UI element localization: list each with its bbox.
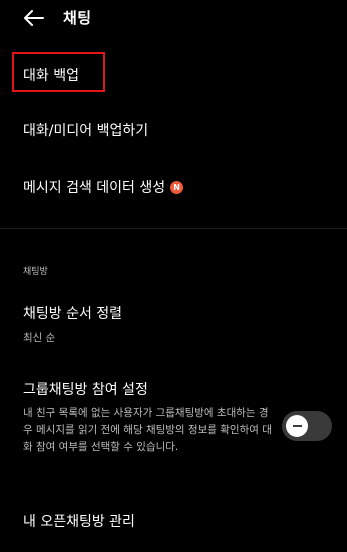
page-title: 채팅 <box>63 9 92 27</box>
arrow-left-icon <box>24 10 44 26</box>
search-data-text: 메시지 검색 데이터 생성 <box>23 180 166 196</box>
section-header-chatroom: 채팅방 <box>23 267 48 277</box>
toggle-knob <box>286 415 308 437</box>
chatroom-sort-item[interactable]: 채팅방 순서 정렬 최신 순 <box>0 293 347 349</box>
chat-backup-label: 대화 백업 <box>23 68 79 84</box>
app-header: 채팅 <box>0 0 347 36</box>
chatroom-sort-label: 채팅방 순서 정렬 <box>23 306 123 322</box>
chatroom-sort-value: 최신 순 <box>23 332 56 344</box>
new-badge: N <box>170 181 184 194</box>
group-invite-description: 내 친구 목록에 없는 사용자가 그룹채팅방에 초대하는 경우 메시지를 읽기 … <box>23 407 272 453</box>
chat-backup-item[interactable]: 대화 백업 <box>0 52 347 96</box>
search-data-label: 메시지 검색 데이터 생성 N <box>23 177 184 197</box>
group-invite-setting-item: 그룹채팅방 참여 설정 <box>0 370 347 405</box>
open-chat-manage-item[interactable]: 내 오픈채팅방 관리 <box>0 500 347 540</box>
toggle-off-icon <box>292 425 302 427</box>
open-chat-manage-label: 내 오픈채팅방 관리 <box>23 514 135 530</box>
search-data-item[interactable]: 메시지 검색 데이터 생성 N <box>0 165 347 205</box>
group-invite-label: 그룹채팅방 참여 설정 <box>23 382 148 398</box>
back-button[interactable] <box>22 6 46 30</box>
media-backup-item[interactable]: 대화/미디어 백업하기 <box>0 108 347 148</box>
section-divider <box>0 228 347 229</box>
group-invite-toggle[interactable] <box>282 411 332 441</box>
media-backup-label: 대화/미디어 백업하기 <box>23 123 149 139</box>
